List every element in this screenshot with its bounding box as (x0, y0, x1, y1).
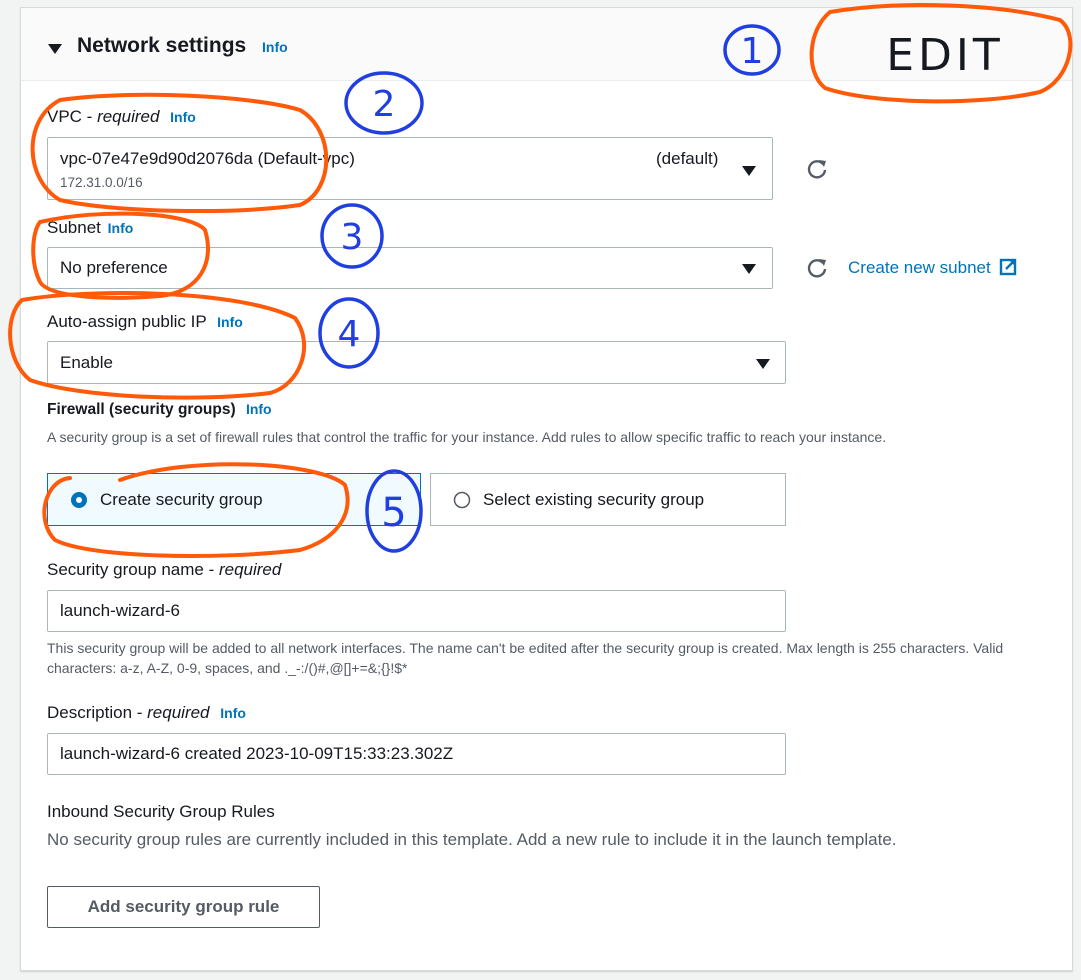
refresh-icon[interactable] (806, 257, 828, 279)
caret-down-icon[interactable] (48, 44, 62, 54)
create-security-group-option[interactable]: Create security group (47, 473, 421, 526)
create-security-group-label: Create security group (100, 490, 263, 509)
vpc-select[interactable]: vpc-07e47e9d90d2076da (Default-vpc) 172.… (47, 137, 773, 200)
radio-unselected-icon[interactable] (453, 491, 471, 509)
auto-ip-info-link[interactable]: Info (217, 314, 243, 330)
description-value: launch-wizard-6 created 2023-10-09T15:33… (60, 744, 454, 763)
subnet-select[interactable]: No preference (47, 247, 773, 289)
external-link-icon (1000, 258, 1017, 276)
inbound-rules-empty: No security group rules are currently in… (47, 830, 897, 849)
chevron-down-icon (742, 264, 756, 274)
subnet-value: No preference (60, 258, 168, 277)
panel-header[interactable]: Network settings Info (21, 8, 1072, 81)
sg-name-value: launch-wizard-6 (60, 601, 180, 620)
firewall-info-link[interactable]: Info (246, 401, 272, 417)
refresh-icon[interactable] (806, 158, 828, 180)
add-security-group-rule-button[interactable]: Add security group rule (47, 886, 320, 928)
sg-name-help: This security group will be added to all… (47, 640, 1004, 676)
vpc-cidr: 172.31.0.0/16 (60, 175, 143, 190)
auto-ip-select[interactable]: Enable (47, 341, 786, 384)
section-title: Network settings Info (77, 34, 288, 57)
select-existing-security-group-option[interactable]: Select existing security group (430, 473, 786, 526)
radio-selected-icon[interactable] (70, 491, 88, 509)
auto-ip-value: Enable (60, 353, 113, 372)
vpc-info-link[interactable]: Info (170, 109, 196, 125)
header-info-link[interactable]: Info (262, 39, 288, 55)
sg-name-input[interactable]: launch-wizard-6 (47, 590, 786, 632)
vpc-value: vpc-07e47e9d90d2076da (Default-vpc) (60, 149, 355, 168)
subnet-label: Subnet Info (47, 218, 134, 237)
firewall-label: Firewall (security groups) Info (47, 401, 272, 418)
description-input[interactable]: launch-wizard-6 created 2023-10-09T15:33… (47, 733, 786, 775)
auto-ip-label: Auto-assign public IP Info (47, 312, 243, 331)
vpc-label: VPC - required Info (47, 107, 196, 126)
sg-name-label: Security group name - required (47, 560, 282, 579)
inbound-rules-title: Inbound Security Group Rules (47, 802, 275, 821)
select-existing-security-group-label: Select existing security group (483, 490, 705, 509)
description-label: Description - required Info (47, 703, 246, 722)
create-new-subnet-link[interactable]: Create new subnet (848, 258, 1017, 278)
subnet-info-link[interactable]: Info (108, 220, 134, 236)
chevron-down-icon (756, 359, 770, 369)
chevron-down-icon (742, 166, 756, 176)
firewall-description: A security group is a set of firewall ru… (47, 429, 887, 445)
description-info-link[interactable]: Info (220, 705, 246, 721)
vpc-default-tag: (default) (656, 149, 719, 168)
